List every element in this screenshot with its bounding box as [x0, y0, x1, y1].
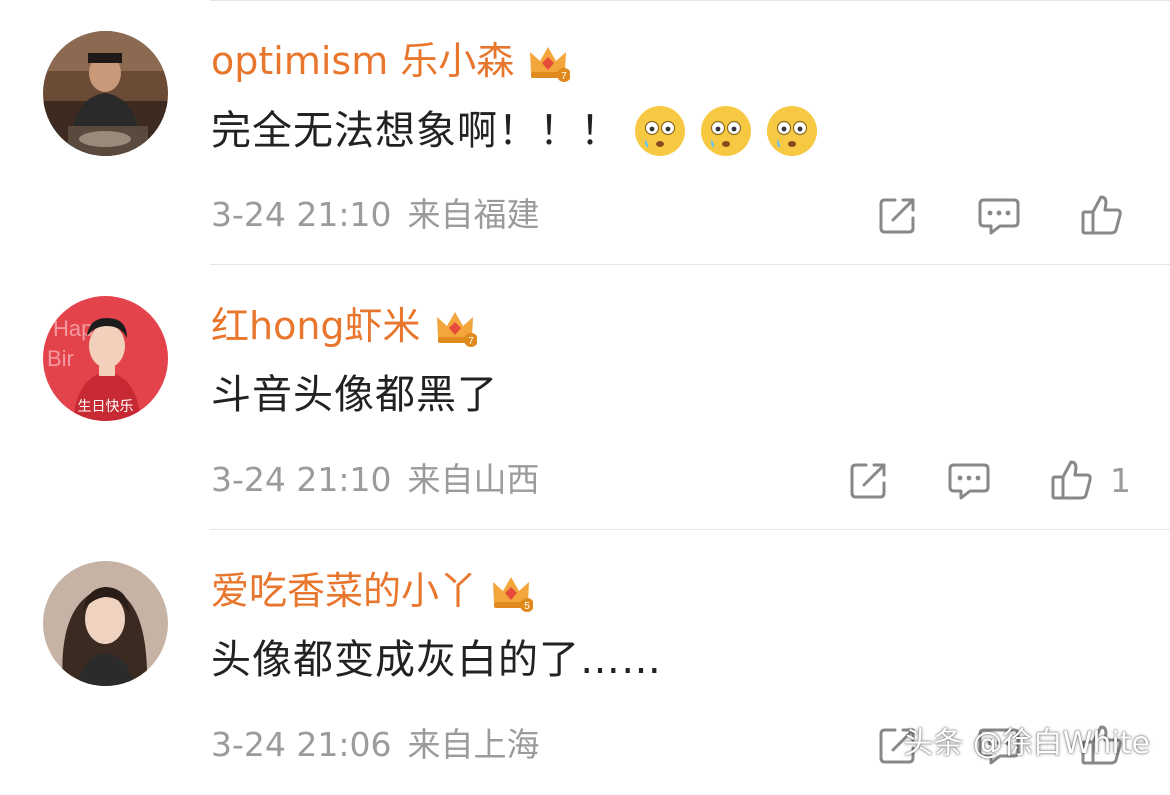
location: 来自山西	[407, 460, 540, 499]
timestamp: 3-24 21:06	[211, 725, 392, 764]
crown-level: 7	[468, 336, 474, 347]
flushed-face-emoji	[633, 104, 687, 158]
comment-text-row: 完全无法想象啊！！！	[211, 104, 819, 158]
crown-badge-icon: 5	[489, 569, 535, 613]
timestamp: 3-24 21:10	[211, 460, 392, 499]
avatar[interactable]	[43, 31, 168, 156]
like-count: 1	[1110, 461, 1131, 500]
flushed-face-emoji	[765, 104, 819, 158]
comment-meta: 3-24 21:10 来自福建	[211, 193, 540, 237]
reply-button[interactable]	[976, 192, 1022, 238]
share-button[interactable]	[846, 457, 892, 503]
thumbs-up-icon	[1051, 460, 1092, 500]
comment-text: 完全无法想象啊！！！	[211, 108, 621, 154]
comment-item-1: optimism 乐小森 7 完全无法想象啊！！！ 3-24 21:10 来自福…	[0, 0, 1170, 265]
comment-text-row: 头像都变成灰白的了……	[211, 634, 662, 686]
location: 来自福建	[407, 195, 540, 234]
avatar[interactable]	[43, 561, 168, 686]
username[interactable]: 红hong虾米 7	[211, 303, 478, 349]
crown-level: 5	[524, 601, 530, 612]
timestamp: 3-24 21:10	[211, 195, 392, 234]
crown-badge-icon: 7	[433, 304, 478, 348]
username-label[interactable]: 红hong虾米	[211, 303, 421, 349]
comment-meta: 3-24 21:10 来自山西	[211, 458, 540, 502]
like-button[interactable]	[1049, 457, 1095, 503]
comment-item-2: Happy Bir 生日快乐 红hong虾米 7 斗音头像都黑了 3-24 21…	[0, 265, 1170, 530]
avatar-caption: 生日快乐	[77, 399, 134, 415]
comment-text-row: 斗音头像都黑了	[211, 369, 498, 421]
svg-text:Bir: Bir	[47, 346, 74, 371]
username[interactable]: optimism 乐小森 7	[211, 38, 572, 84]
crown-badge-icon: 7	[526, 39, 572, 83]
flushed-face-emoji	[699, 104, 753, 158]
share-icon	[879, 198, 915, 234]
watermark: 头条 @徐白White	[903, 726, 1150, 761]
comment-text: 斗音头像都黑了	[211, 372, 498, 418]
comment-meta: 3-24 21:06 来自上海	[211, 723, 540, 767]
comment-text: 头像都变成灰白的了……	[211, 637, 662, 683]
location: 来自上海	[407, 725, 540, 764]
crown-level: 7	[562, 71, 568, 82]
comment-icon	[978, 198, 1020, 235]
like-button[interactable]	[1079, 192, 1125, 238]
share-button[interactable]	[875, 192, 921, 238]
username[interactable]: 爱吃香菜的小丫 5	[211, 568, 535, 614]
username-label[interactable]: optimism 乐小森	[211, 38, 514, 84]
comment-icon	[948, 463, 990, 500]
username-label[interactable]: 爱吃香菜的小丫	[211, 568, 477, 614]
share-icon	[850, 463, 886, 499]
avatar[interactable]: Happy Bir 生日快乐	[43, 296, 168, 421]
reply-button[interactable]	[946, 457, 992, 503]
thumbs-up-icon	[1081, 195, 1122, 235]
